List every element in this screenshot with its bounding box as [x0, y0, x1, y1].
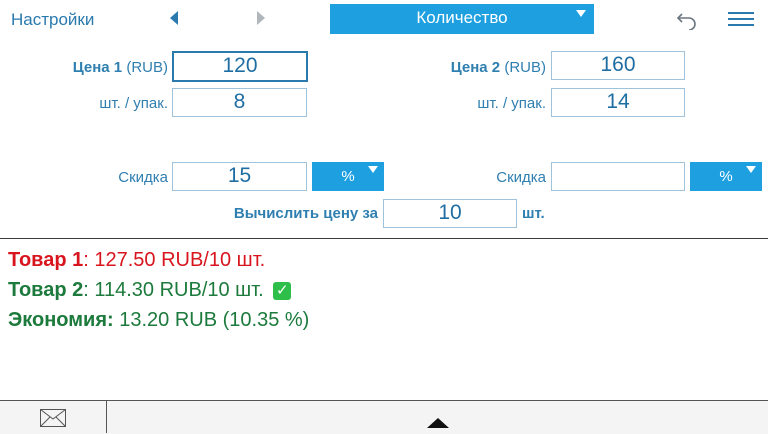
divider — [0, 238, 768, 239]
result-item2-label: Товар 2 — [8, 279, 84, 301]
compute-quantity-input[interactable]: 10 — [383, 199, 517, 228]
result-item1: Товар 1: 127.50 RUB/10 шт. — [8, 249, 265, 272]
discount1-label: Скидка — [118, 169, 168, 186]
mail-icon[interactable] — [40, 409, 66, 427]
bottom-bar — [0, 400, 768, 434]
menu-icon[interactable] — [728, 12, 754, 26]
chevron-right-icon[interactable] — [257, 11, 265, 25]
bottom-bar-divider — [106, 400, 107, 433]
price1-input[interactable]: 120 — [172, 51, 308, 82]
expand-up-icon[interactable] — [427, 418, 449, 428]
price1-label-bold: Цена 1 — [72, 59, 123, 76]
check-icon: ✓ — [273, 281, 292, 300]
mode-select[interactable]: Количество — [330, 4, 594, 34]
price2-label-bold: Цена 2 — [450, 59, 501, 76]
pack2-label: шт. / упак. — [477, 95, 546, 112]
price1-label: Цена 1 (RUB) — [40, 59, 168, 76]
discount1-input[interactable]: 15 — [172, 162, 307, 191]
compute-unit: шт. — [522, 205, 545, 222]
result-item2: Товар 2: 114.30 RUB/10 шт. ✓ — [8, 279, 292, 302]
settings-link[interactable]: Настройки — [11, 10, 94, 30]
undo-icon[interactable] — [676, 10, 698, 30]
price2-label: Цена 2 (RUB) — [400, 59, 546, 76]
result-savings-label: Экономия: — [8, 309, 114, 331]
discount2-unit-select[interactable]: % — [690, 162, 762, 191]
price2-input[interactable]: 160 — [551, 51, 685, 80]
result-savings-text: 13.20 RUB (10.35 %) — [113, 309, 310, 331]
discount2-input[interactable] — [551, 162, 685, 191]
price2-label-unit: (RUB) — [504, 59, 546, 76]
result-item2-text: : 114.30 RUB/10 шт. — [83, 279, 264, 301]
pack2-input[interactable]: 14 — [551, 88, 685, 117]
result-item1-text: : 127.50 RUB/10 шт. — [83, 249, 266, 271]
chevron-left-icon[interactable] — [170, 11, 178, 25]
pack1-input[interactable]: 8 — [172, 88, 307, 117]
compute-label: Вычислить цену за — [233, 205, 378, 222]
discount1-unit-value: % — [341, 168, 355, 185]
result-item1-label: Товар 1 — [8, 249, 84, 271]
mode-select-value: Количество — [416, 8, 508, 27]
chevron-down-icon — [368, 166, 378, 173]
discount1-unit-select[interactable]: % — [312, 162, 384, 191]
result-savings: Экономия: 13.20 RUB (10.35 %) — [8, 309, 309, 332]
chevron-down-icon — [746, 166, 756, 173]
discount2-label: Скидка — [496, 169, 546, 186]
pack1-label: шт. / упак. — [99, 95, 168, 112]
price1-label-unit: (RUB) — [126, 59, 168, 76]
discount2-unit-value: % — [719, 168, 733, 185]
chevron-down-icon — [576, 10, 586, 17]
